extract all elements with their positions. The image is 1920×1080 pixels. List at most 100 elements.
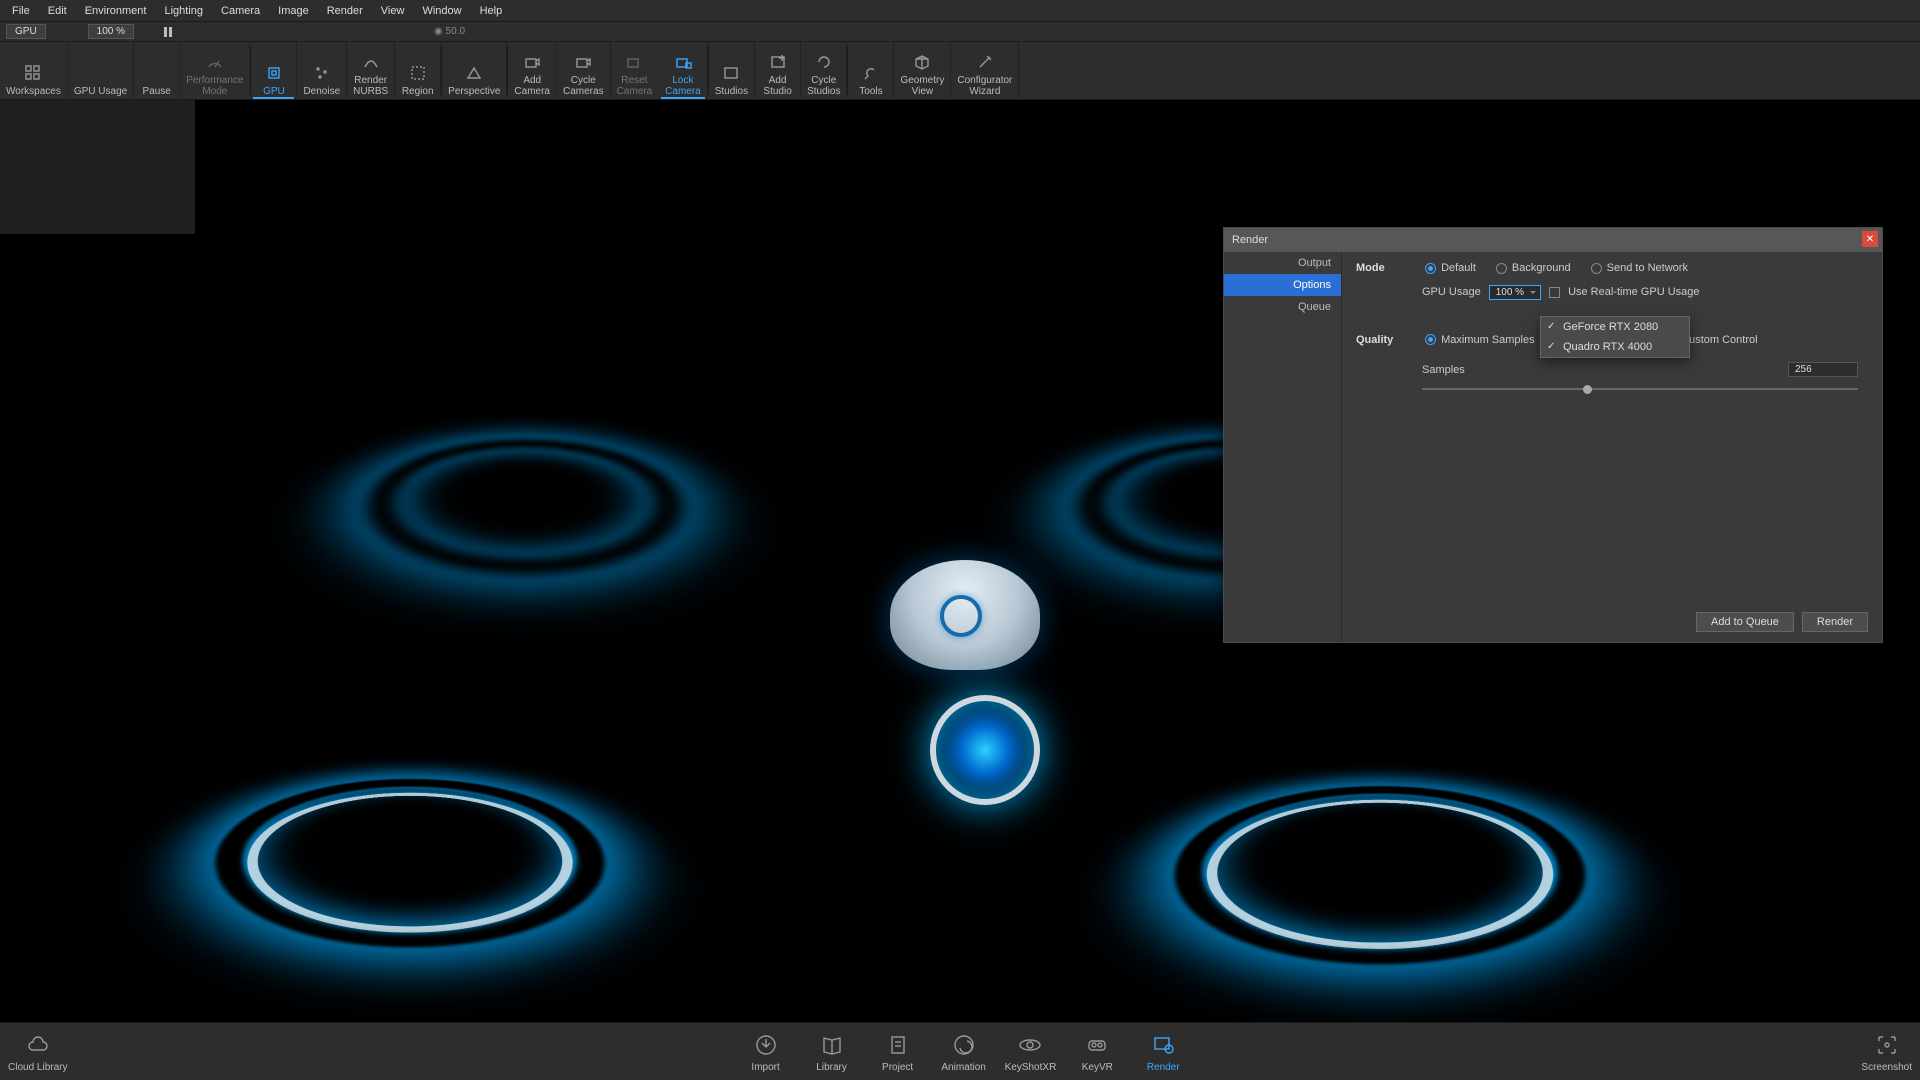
studio-plus-icon: [768, 52, 788, 72]
mode-label: Mode: [1356, 262, 1416, 274]
camera-lock-icon: [673, 52, 693, 72]
focal-readout: ◉ 50.0: [434, 26, 465, 37]
ribbon-toolbar: Workspaces GPU Usage Pause Performance M…: [0, 42, 1920, 100]
close-icon[interactable]: ✕: [1862, 231, 1878, 247]
reset-camera-button[interactable]: Reset Camera: [611, 42, 660, 99]
chip-icon: [264, 63, 284, 83]
render-nav-button[interactable]: Render: [1130, 1023, 1196, 1080]
menu-render[interactable]: Render: [319, 2, 371, 20]
menu-file[interactable]: File: [4, 2, 38, 20]
camera-cycle-icon: [573, 52, 593, 72]
stat-row: Denoise:Off: [6, 202, 189, 216]
menu-camera[interactable]: Camera: [213, 2, 268, 20]
mode-network-radio[interactable]: Send to Network: [1591, 262, 1688, 274]
camera-reset-icon: [624, 52, 644, 72]
gpu-usage-dropdown[interactable]: 100 %: [1489, 285, 1541, 300]
samples-value-input[interactable]: 256: [1788, 362, 1858, 377]
cloud-icon: [25, 1032, 51, 1058]
render-button[interactable]: Render: [1802, 612, 1868, 632]
studio-icon: [721, 63, 741, 83]
dialog-title: Render: [1232, 234, 1268, 246]
dialog-sidebar: Output Options Queue: [1224, 252, 1342, 642]
perspective-button[interactable]: Perspective: [442, 42, 507, 99]
studios-button[interactable]: Studios: [709, 42, 755, 99]
menu-lighting[interactable]: Lighting: [156, 2, 211, 20]
tab-options[interactable]: Options: [1224, 274, 1341, 296]
cycle-cameras-button[interactable]: Cycle Cameras: [557, 42, 611, 99]
stat-row: Focal Length:50.0: [6, 188, 189, 202]
sparkle-icon: [312, 63, 332, 83]
denoise-button[interactable]: Denoise: [297, 42, 347, 99]
tab-output[interactable]: Output: [1224, 252, 1341, 274]
wizard-icon: [975, 52, 995, 72]
stat-row: NURBS:2,246: [6, 160, 189, 174]
stat-row: Samples:2529: [6, 132, 189, 146]
pause-icon[interactable]: [164, 27, 172, 37]
cloud-library-button[interactable]: Cloud Library: [0, 1023, 75, 1080]
project-button[interactable]: Project: [865, 1023, 931, 1080]
tools-button[interactable]: Tools: [848, 42, 894, 99]
gpu-usage-label: GPU Usage: [1422, 286, 1481, 298]
import-button[interactable]: Import: [733, 1023, 799, 1080]
gpu-menu-item[interactable]: GeForce RTX 2080: [1541, 317, 1689, 337]
workspaces-button[interactable]: Workspaces: [0, 42, 68, 99]
studio-cycle-icon: [814, 52, 834, 72]
control-row: GPU 100 % ◉ 50.0: [0, 22, 1920, 42]
stat-row: GPU Mem:3.4GB / 8.0GB: [6, 216, 189, 230]
gpu-button[interactable]: GPU: [251, 42, 297, 99]
grid-icon: [23, 63, 43, 83]
menu-help[interactable]: Help: [472, 2, 511, 20]
lock-camera-button[interactable]: Lock Camera: [659, 42, 708, 99]
screenshot-button[interactable]: Screenshot: [1853, 1023, 1920, 1080]
perspective-icon: [464, 63, 484, 83]
render-dialog: Render ✕ Output Options Queue Mode Defau…: [1223, 227, 1883, 643]
samples-label: Samples: [1422, 364, 1465, 376]
quality-max-samples-radio[interactable]: Maximum Samples: [1425, 334, 1535, 346]
tab-queue[interactable]: Queue: [1224, 296, 1341, 318]
menu-image[interactable]: Image: [270, 2, 317, 20]
geometry-view-button[interactable]: Geometry View: [894, 42, 951, 99]
stat-row: Samples Per Sec:47.4: [6, 104, 189, 118]
gpu-usage-button[interactable]: GPU Usage: [68, 42, 134, 99]
samples-slider[interactable]: [1422, 383, 1858, 395]
crosshair-icon: [1874, 1032, 1900, 1058]
render-nurbs-button[interactable]: Render NURBS: [347, 42, 395, 99]
animation-button[interactable]: Animation: [931, 1023, 997, 1080]
use-realtime-checkbox[interactable]: [1549, 287, 1560, 298]
menu-window[interactable]: Window: [414, 2, 469, 20]
nurbs-icon: [361, 52, 381, 72]
pause-button[interactable]: Pause: [134, 42, 180, 99]
gpu-usage-box[interactable]: 100 %: [88, 24, 134, 39]
performance-mode-button[interactable]: Performance Mode: [180, 42, 250, 99]
cube-icon: [912, 52, 932, 72]
gpu-mode-label[interactable]: GPU: [6, 24, 46, 39]
stat-row: Triangles:572,699: [6, 146, 189, 160]
library-button[interactable]: Library: [799, 1023, 865, 1080]
import-icon: [753, 1032, 779, 1058]
gpu-menu-item[interactable]: Quadro RTX 4000: [1541, 337, 1689, 357]
dialog-main: Mode Default Background Send to Network …: [1342, 252, 1882, 642]
region-button[interactable]: Region: [395, 42, 441, 99]
configurator-wizard-button[interactable]: Configurator Wizard: [951, 42, 1019, 99]
menu-environment[interactable]: Environment: [77, 2, 155, 20]
keyshotxr-button[interactable]: KeyShotXR: [997, 1023, 1065, 1080]
slider-thumb[interactable]: [1583, 385, 1592, 394]
render-icon: [1150, 1032, 1176, 1058]
render-stats-overlay: Samples Per Sec:47.4 Time:53s Samples:25…: [0, 100, 195, 234]
add-camera-button[interactable]: Add Camera: [508, 42, 557, 99]
wrench-icon: [861, 63, 881, 83]
cycle-studios-button[interactable]: Cycle Studios: [801, 42, 847, 99]
mode-default-radio[interactable]: Default: [1425, 262, 1476, 274]
add-to-queue-button[interactable]: Add to Queue: [1696, 612, 1794, 632]
dialog-titlebar[interactable]: Render ✕: [1224, 228, 1882, 252]
mode-background-radio[interactable]: Background: [1496, 262, 1571, 274]
keyvr-button[interactable]: KeyVR: [1064, 1023, 1130, 1080]
quality-label: Quality: [1356, 334, 1416, 346]
add-studio-button[interactable]: Add Studio: [755, 42, 801, 99]
menu-edit[interactable]: Edit: [40, 2, 75, 20]
menu-view[interactable]: View: [373, 2, 413, 20]
gpu-device-menu: GeForce RTX 2080 Quadro RTX 4000: [1540, 316, 1690, 358]
region-icon: [408, 63, 428, 83]
bottom-toolbar: Cloud Library Import Library Project Ani…: [0, 1022, 1920, 1080]
viewport[interactable]: Samples Per Sec:47.4 Time:53s Samples:25…: [0, 100, 1920, 1022]
